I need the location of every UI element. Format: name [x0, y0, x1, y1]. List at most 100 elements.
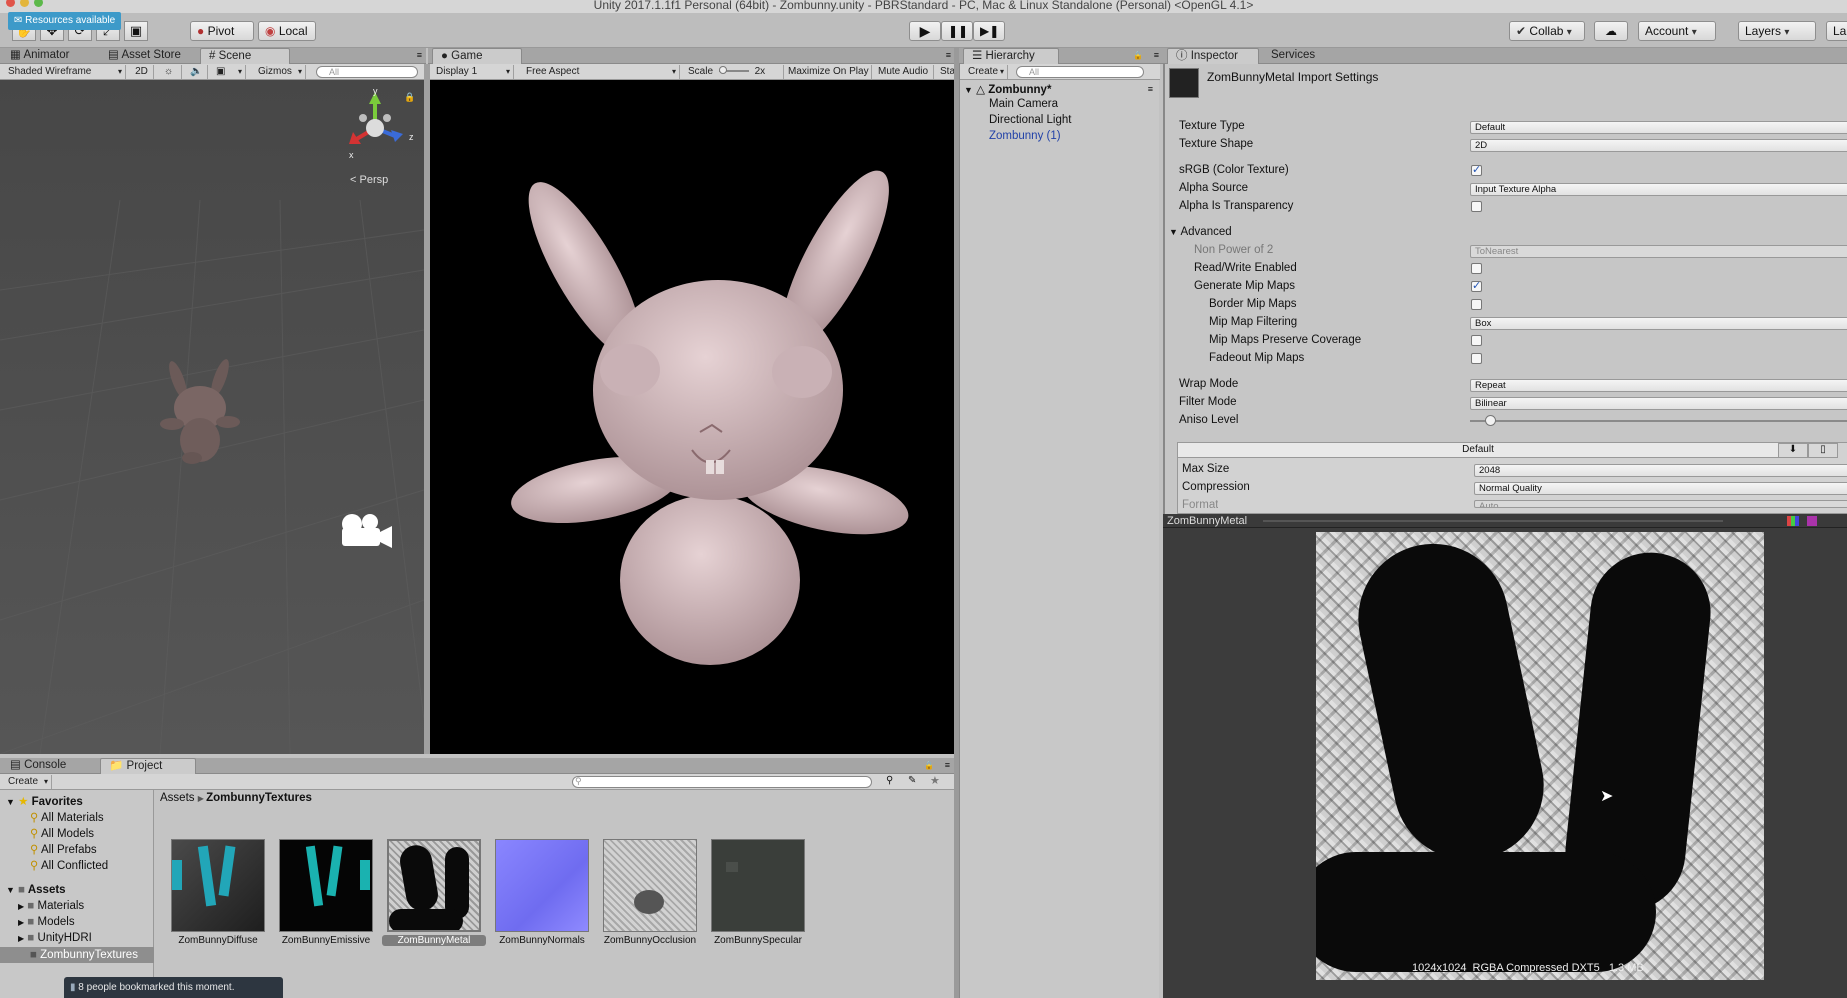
wrap-mode-dropdown[interactable]: Repeat	[1470, 379, 1847, 392]
close-window-icon[interactable]	[6, 0, 15, 7]
filter-mode-dropdown[interactable]: Bilinear	[1470, 397, 1847, 410]
read-write-checkbox[interactable]	[1471, 263, 1482, 274]
persp-label[interactable]: < Persp	[350, 174, 388, 186]
pause-button[interactable]: ❚❚	[941, 21, 973, 41]
thumbnail-zombunny-metal[interactable]	[387, 839, 481, 932]
thumbnail-zombunny-specular[interactable]	[711, 839, 805, 932]
bookmark-toast[interactable]: ▮ 8 people bookmarked this moment.	[64, 977, 283, 998]
hierarchy-search-input[interactable]: All	[1016, 66, 1144, 78]
breadcrumb-assets[interactable]: Assets	[160, 792, 195, 804]
lock-icon[interactable]: 🔒	[924, 761, 934, 770]
scale-slider[interactable]: Scale 2x	[684, 65, 784, 79]
favorite-all-models[interactable]: ⚲ All Models	[30, 826, 94, 840]
aspect-dropdown[interactable]: Free Aspect	[522, 65, 680, 79]
traffic-lights[interactable]	[6, 0, 56, 8]
display-dropdown[interactable]: Display 1	[432, 65, 514, 79]
favorite-all-prefabs[interactable]: ⚲ All Prefabs	[30, 842, 97, 856]
panel-menu-icon[interactable]: ≡	[945, 760, 950, 770]
alpha-channel-icon[interactable]	[1807, 516, 1817, 526]
fadeout-mip-checkbox[interactable]	[1471, 353, 1482, 364]
effects-dropdown[interactable]: ▣	[212, 65, 246, 79]
scene-bunny-model[interactable]	[150, 350, 250, 470]
lighting-toggle[interactable]: ☼	[160, 65, 182, 79]
tab-animator[interactable]: ▦ Animator	[2, 48, 79, 64]
tab-console[interactable]: ▤ Console	[2, 758, 76, 774]
local-toggle[interactable]: ◉ Local	[258, 21, 316, 41]
thumbnail-zombunny-diffuse[interactable]	[171, 839, 265, 932]
hierarchy-item-zombunny[interactable]: Zombunny (1)	[989, 130, 1061, 142]
favorites-header[interactable]: ▼ ★ Favorites	[6, 794, 83, 808]
filter-label-icon[interactable]: ✎	[908, 775, 916, 786]
rect-tool-icon[interactable]: ▣	[124, 21, 148, 41]
srgb-checkbox[interactable]: ✓	[1471, 165, 1482, 176]
advanced-foldout[interactable]: ▼ Advanced	[1169, 225, 1232, 240]
play-button[interactable]: ▶	[909, 21, 941, 41]
texture-shape-dropdown[interactable]: 2D	[1470, 139, 1847, 152]
maximize-on-play-toggle[interactable]: Maximize On Play	[784, 65, 872, 79]
tab-asset-store[interactable]: ▤ Asset Store	[100, 48, 191, 64]
panel-menu-icon[interactable]: ≡	[417, 50, 422, 60]
favorite-all-conflicted[interactable]: ⚲ All Conflicted	[30, 858, 108, 872]
tab-services[interactable]: Services	[1263, 48, 1325, 64]
border-mip-checkbox[interactable]	[1471, 299, 1482, 310]
toggle-2d-button[interactable]: 2D	[130, 65, 154, 79]
assets-root[interactable]: ▼ ■ Assets	[6, 884, 66, 896]
hierarchy-item-directional-light[interactable]: Directional Light	[989, 114, 1071, 126]
camera-gizmo-icon[interactable]	[334, 510, 394, 554]
scene-view[interactable]: y z x 🔒 < Persp	[0, 80, 424, 754]
platform-tab-standalone[interactable]: ⬇	[1778, 443, 1808, 458]
mute-audio-toggle[interactable]: Mute Audio	[874, 65, 934, 79]
folder-materials[interactable]: ▶ ■ Materials	[18, 900, 84, 912]
account-dropdown[interactable]: Account	[1638, 21, 1716, 41]
platform-tab-ios[interactable]: ▯	[1808, 443, 1838, 458]
rgb-channel-icon[interactable]	[1787, 516, 1799, 526]
stats-toggle[interactable]: Sta	[936, 65, 956, 79]
shading-mode-dropdown[interactable]: Shaded Wireframe	[4, 65, 126, 79]
panel-menu-icon[interactable]: ≡	[946, 50, 951, 60]
tab-game[interactable]: ● Game	[432, 48, 522, 64]
scene-menu-icon[interactable]: ≡	[1148, 84, 1153, 94]
scene-search-input[interactable]: All	[316, 66, 418, 78]
folder-zombunnytextures[interactable]: ■ ZombunnyTextures	[0, 947, 154, 963]
filter-type-icon[interactable]: ⚲	[886, 775, 893, 786]
gizmos-dropdown[interactable]: Gizmos	[254, 65, 306, 79]
tab-scene[interactable]: # Scene	[200, 48, 290, 64]
cloud-button[interactable]: ☁	[1594, 21, 1628, 41]
tab-inspector[interactable]: ⓘ Inspector	[1167, 48, 1259, 64]
folder-models[interactable]: ▶ ■ Models	[18, 916, 75, 928]
audio-toggle[interactable]: 🔈	[186, 65, 208, 79]
layout-dropdown[interactable]: La	[1826, 21, 1847, 41]
collab-dropdown[interactable]: ✔ Collab	[1509, 21, 1585, 41]
platform-tab-default[interactable]: Default	[1178, 443, 1778, 458]
pivot-toggle[interactable]: ● Pivot	[190, 21, 254, 41]
resources-available-badge[interactable]: ✉ Resources available	[8, 12, 121, 30]
aniso-slider-handle[interactable]	[1484, 415, 1496, 426]
thumbnail-zombunny-emissive[interactable]	[279, 839, 373, 932]
folder-unityhdri[interactable]: ▶ ■ UnityHDRI	[18, 932, 92, 944]
texture-type-dropdown[interactable]: Default	[1470, 121, 1847, 134]
game-view[interactable]	[430, 80, 954, 754]
step-button[interactable]: ▶❚	[973, 21, 1005, 41]
aniso-level-slider[interactable]	[1470, 415, 1847, 426]
alpha-source-dropdown[interactable]: Input Texture Alpha	[1470, 183, 1847, 196]
hierarchy-create-dropdown[interactable]: Create	[964, 65, 1008, 79]
mip-coverage-checkbox[interactable]	[1471, 335, 1482, 346]
alpha-transparency-checkbox[interactable]	[1471, 201, 1482, 212]
generate-mip-checkbox[interactable]: ✓	[1471, 281, 1482, 292]
max-size-dropdown[interactable]: 2048	[1474, 464, 1847, 477]
layers-dropdown[interactable]: Layers	[1738, 21, 1816, 41]
expand-arrow-icon[interactable]: ▼	[964, 85, 973, 95]
hierarchy-item-main-camera[interactable]: Main Camera	[989, 98, 1058, 110]
preview-header[interactable]: ZomBunnyMetal	[1163, 514, 1847, 528]
lock-icon[interactable]: 🔒	[1133, 51, 1143, 60]
orientation-gizmo[interactable]: y z x	[335, 88, 415, 168]
favorite-all-materials[interactable]: ⚲ All Materials	[30, 810, 104, 824]
panel-divider[interactable]	[424, 64, 430, 754]
breadcrumb-current[interactable]: ZombunnyTextures	[206, 792, 312, 804]
zoom-window-icon[interactable]	[34, 0, 43, 7]
project-create-dropdown[interactable]: Create	[4, 775, 52, 789]
project-search-input[interactable]: ⚲	[572, 776, 872, 788]
minimize-window-icon[interactable]	[20, 0, 29, 7]
thumbnail-zombunny-occlusion[interactable]	[603, 839, 697, 932]
lock-icon[interactable]: 🔒	[404, 92, 415, 103]
